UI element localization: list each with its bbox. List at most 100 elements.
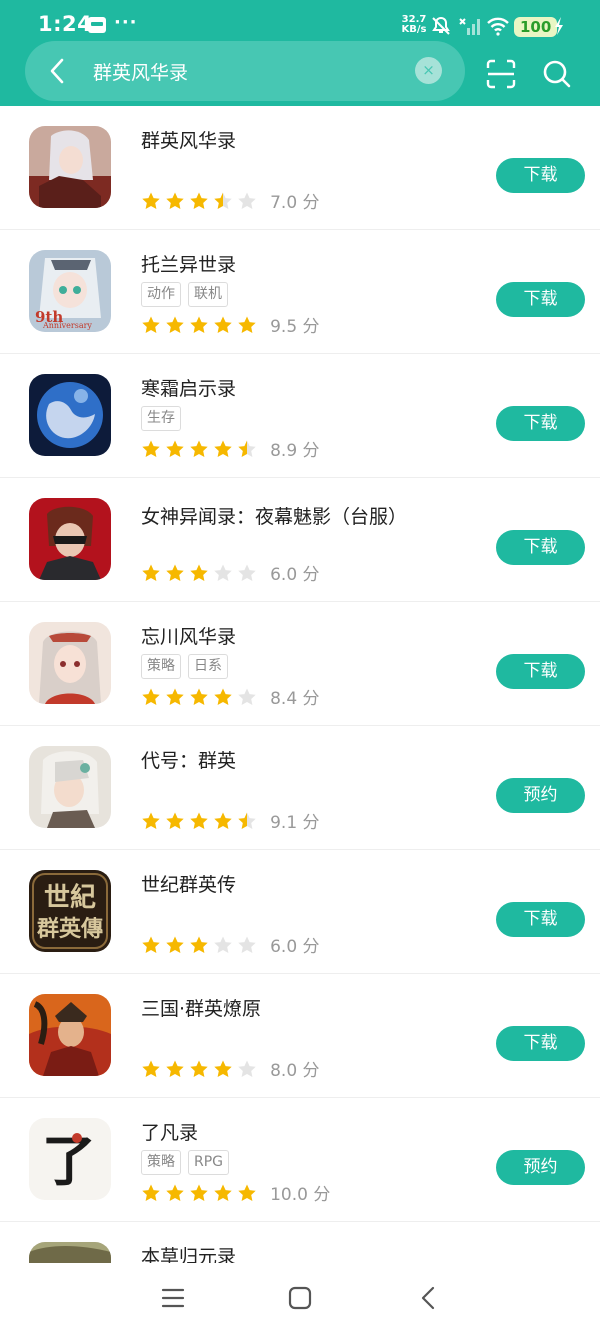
star-full-icon <box>166 812 184 829</box>
star-full-icon <box>142 936 160 953</box>
app-name[interactable]: 寒霜启示录 <box>141 374 236 401</box>
rating-score: 6.0 分 <box>270 937 320 957</box>
star-empty-icon <box>214 936 232 953</box>
app-name[interactable]: 世纪群英传 <box>141 870 236 897</box>
star-full-icon <box>142 564 160 581</box>
app-icon <box>29 622 111 704</box>
star-empty-icon <box>238 564 256 581</box>
app-name[interactable]: 本草归元录 <box>141 1242 236 1263</box>
star-full-icon <box>190 1184 208 1201</box>
home-icon[interactable] <box>287 1285 313 1311</box>
app-tag[interactable]: 联机 <box>188 282 228 307</box>
download-button[interactable]: 下载 <box>496 158 585 193</box>
star-full-icon <box>166 1184 184 1201</box>
reserve-button[interactable]: 预约 <box>496 778 585 813</box>
list-item[interactable]: 忘川风华录 策略 日系 8.4 分 下载 <box>0 602 600 726</box>
download-button[interactable]: 下载 <box>496 1026 585 1061</box>
status-bar: 1:24 ··· 32.7 KB/s 100 <box>0 0 600 44</box>
app-rating: 9.1 分 <box>141 808 320 833</box>
download-button[interactable]: 下载 <box>496 282 585 317</box>
list-item[interactable]: 群英风华录 7.0 分 下载 <box>0 106 600 230</box>
app-name[interactable]: 三国·群英燎原 <box>141 994 261 1021</box>
charging-icon <box>555 17 563 35</box>
list-item[interactable]: 世紀 群英傳 世纪群英传 6.0 分 下载 <box>0 850 600 974</box>
download-button[interactable]: 下载 <box>496 530 585 565</box>
star-empty-icon <box>238 688 256 705</box>
app-icon: 了 <box>29 1118 111 1200</box>
app-rating: 7.0 分 <box>141 188 320 213</box>
star-full-icon <box>166 564 184 581</box>
rating-score: 8.0 分 <box>270 1061 320 1081</box>
app-tag[interactable]: 策略 <box>141 654 181 679</box>
list-item[interactable]: 代号：群英 9.1 分 预约 <box>0 726 600 850</box>
list-item[interactable]: 三国·群英燎原 8.0 分 下载 <box>0 974 600 1098</box>
rating-stars <box>141 1058 261 1079</box>
app-tag[interactable]: 策略 <box>141 1150 181 1175</box>
star-full-icon <box>238 316 256 333</box>
star-full-icon <box>142 688 160 705</box>
search-results-list[interactable]: 群英风华录 7.0 分 下载 9th Anniversary 托兰异世录 动作联… <box>0 106 600 1263</box>
back-arrow-icon[interactable] <box>43 56 73 86</box>
rating-stars <box>141 190 261 211</box>
star-full-icon <box>190 1060 208 1077</box>
rating-stars <box>141 438 261 459</box>
notification-icon <box>88 17 106 33</box>
app-name[interactable]: 忘川风华录 <box>141 622 236 649</box>
app-header: 1:24 ··· 32.7 KB/s 100 群英风华录 × <box>0 0 600 106</box>
app-name[interactable]: 了凡录 <box>141 1118 198 1145</box>
list-item[interactable]: 了 了凡录 策略 RPG 10.0 分 预约 <box>0 1098 600 1222</box>
app-icon <box>29 994 111 1076</box>
rating-stars <box>141 314 261 335</box>
search-input[interactable] <box>93 53 413 89</box>
menu-icon[interactable] <box>160 1285 186 1311</box>
star-full-icon <box>190 440 208 457</box>
app-rating: 8.4 分 <box>141 684 320 709</box>
rating-stars <box>141 810 261 831</box>
app-icon <box>29 1242 111 1263</box>
list-item[interactable]: 9th Anniversary 托兰异世录 动作 联机 9.5 分 下载 <box>0 230 600 354</box>
app-icon <box>29 126 111 208</box>
scan-icon[interactable] <box>485 58 517 90</box>
app-name[interactable]: 托兰异世录 <box>141 250 236 277</box>
search-icon[interactable] <box>541 58 573 90</box>
more-notifications-icon: ··· <box>114 12 138 33</box>
rating-stars <box>141 934 261 955</box>
star-full-icon <box>166 1060 184 1077</box>
star-full-icon <box>214 688 232 705</box>
star-full-icon <box>142 192 160 209</box>
app-name[interactable]: 群英风华录 <box>141 126 236 153</box>
app-name[interactable]: 女神异闻录：夜幕魅影（台服） <box>141 502 407 529</box>
app-tag[interactable]: 动作 <box>141 282 181 307</box>
star-full-icon <box>166 440 184 457</box>
download-button[interactable]: 下载 <box>496 902 585 937</box>
list-item[interactable]: 女神异闻录：夜幕魅影（台服） 6.0 分 下载 <box>0 478 600 602</box>
reserve-button[interactable]: 预约 <box>496 1150 585 1185</box>
icon-calligraphy: 了 <box>42 1129 96 1193</box>
download-button[interactable]: 下载 <box>496 654 585 689</box>
star-full-icon <box>142 316 160 333</box>
anniversary-badge-sub: Anniversary <box>42 321 92 330</box>
rating-score: 7.0 分 <box>270 193 320 213</box>
app-rating: 6.0 分 <box>141 932 320 957</box>
list-item[interactable]: 本草归元录 <box>0 1222 600 1263</box>
list-item[interactable]: 寒霜启示录 生存 8.9 分 下载 <box>0 354 600 478</box>
back-icon[interactable] <box>416 1285 442 1311</box>
star-full-icon <box>142 812 160 829</box>
clear-search-button[interactable]: × <box>415 57 442 84</box>
star-full-icon <box>190 812 208 829</box>
download-button[interactable]: 下载 <box>496 406 585 441</box>
status-time: 1:24 <box>38 12 93 36</box>
rating-stars <box>141 562 261 583</box>
star-full-icon <box>142 1184 160 1201</box>
search-bar: × <box>25 41 465 101</box>
app-tag[interactable]: RPG <box>188 1150 230 1175</box>
app-tag[interactable]: 日系 <box>188 654 228 679</box>
rating-stars <box>141 686 261 707</box>
app-name[interactable]: 代号：群英 <box>141 746 236 773</box>
app-tags: 策略 日系 <box>141 654 235 680</box>
star-full-icon <box>190 936 208 953</box>
app-tag[interactable]: 生存 <box>141 406 181 431</box>
star-full-icon <box>166 936 184 953</box>
rating-score: 9.1 分 <box>270 813 320 833</box>
app-icon <box>29 374 111 456</box>
